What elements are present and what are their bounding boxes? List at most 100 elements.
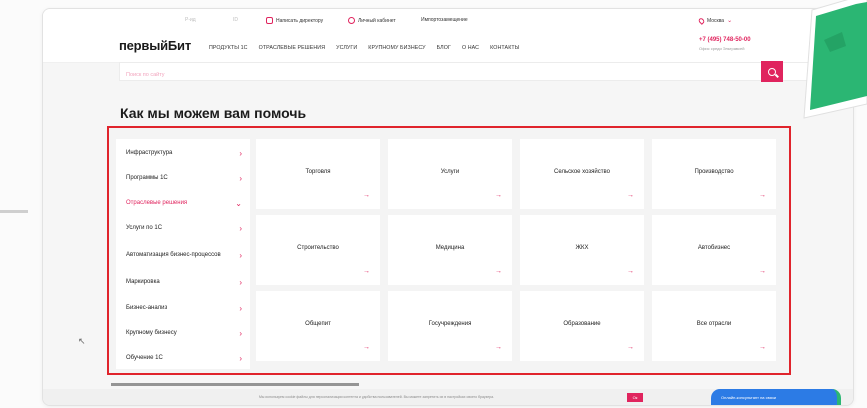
nav-item-services[interactable]: УСЛУГИ — [336, 45, 357, 51]
arrow-right-icon: → — [363, 268, 370, 275]
sidebar-item-infrastructure[interactable]: Инфраструктура › — [116, 141, 250, 165]
sidebar-item-business-analysis[interactable]: Бизнес-анализ › — [116, 296, 250, 320]
industry-tile-services[interactable]: Услуги → — [388, 139, 512, 209]
category-sidebar: Инфраструктура › Программы 1С › Отраслев… — [116, 139, 250, 369]
sidebar-item-label: Бизнес-анализ — [126, 304, 168, 311]
cookie-text: Мы используем cookie файлы для персонали… — [259, 395, 495, 399]
nav-item-contacts[interactable]: КОНТАКТЫ — [490, 45, 519, 51]
industry-tile-government[interactable]: Госучреждения → — [388, 291, 512, 361]
tile-label: Общепит — [305, 321, 331, 327]
nav-item-enterprise[interactable]: КРУПНОМУ БИЗНЕСУ — [368, 45, 425, 51]
tile-label: Торговля — [305, 169, 331, 175]
sidebar-item-label: Обучение 1С — [126, 354, 163, 361]
chevron-right-icon: › — [239, 250, 242, 260]
chevron-right-icon: › — [239, 303, 242, 313]
city-selector[interactable]: Москва ⌄ — [697, 16, 733, 25]
tile-label: Сельское хозяйство — [554, 169, 610, 175]
sidebar-item-label: Услуги по 1С — [126, 224, 163, 231]
industry-tile-construction[interactable]: Строительство → — [256, 215, 380, 285]
thumbs-up-icon — [790, 0, 867, 124]
arrow-right-icon: → — [627, 344, 634, 351]
tile-label: Образование — [563, 321, 601, 327]
nav-item-blog[interactable]: БЛОГ — [437, 45, 451, 51]
tile-label: Все отрасли — [696, 321, 732, 327]
sidebar-item-marking[interactable]: Маркировка › — [116, 270, 250, 294]
tile-label: ЖКХ — [575, 245, 589, 251]
chevron-down-icon: ⌄ — [235, 198, 242, 208]
sidebar-item-enterprise[interactable]: Крупному бизнесу › — [116, 321, 250, 345]
nav-item-products[interactable]: ПРОДУКТЫ 1С — [209, 45, 248, 51]
sidebar-item-label: Крупному бизнесу — [126, 329, 177, 336]
industry-tile-auto[interactable]: Автобизнес → — [652, 215, 776, 285]
chevron-right-icon: › — [239, 353, 242, 363]
industry-tile-education[interactable]: Образование → — [520, 291, 644, 361]
tile-label: Строительство — [297, 245, 339, 251]
search-button[interactable] — [761, 61, 783, 82]
topbar-faint-text-2: ID — [233, 17, 238, 23]
arrow-right-icon: → — [495, 344, 502, 351]
arrow-right-icon: → — [759, 344, 766, 351]
phone-number[interactable]: +7 (495) 748-50-00 — [699, 37, 751, 43]
cookie-ok-button[interactable]: Ок — [627, 393, 643, 402]
sidebar-item-label: Отраслевые решения — [126, 199, 188, 206]
chevron-right-icon: › — [239, 148, 242, 158]
arrow-right-icon: → — [759, 268, 766, 275]
phone-subtitle: Офис среди Эльтравсей — [699, 46, 745, 51]
sidebar-item-programs[interactable]: Программы 1С › — [116, 166, 250, 190]
arrow-right-icon: → — [495, 192, 502, 199]
city-label: Москва — [707, 17, 725, 24]
cabinet-label: Личный кабинет — [358, 17, 396, 24]
tile-label: Автобизнес — [697, 245, 731, 251]
sidebar-item-label: Автоматизация бизнес-процессов — [126, 251, 221, 258]
search-bar — [119, 62, 819, 84]
arrow-right-icon: → — [495, 268, 502, 275]
industry-tile-housing[interactable]: ЖКХ → — [520, 215, 644, 285]
sidebar-item-training[interactable]: Обучение 1С › — [116, 346, 250, 370]
sidebar-item-label: Инфраструктура — [126, 149, 173, 156]
nav-item-about[interactable]: О НАС — [462, 45, 479, 51]
tile-label: Госучреждения — [428, 321, 472, 327]
user-icon — [348, 17, 355, 24]
arrow-right-icon: → — [363, 192, 370, 199]
write-director-link[interactable]: Написать директору — [266, 17, 323, 24]
industry-tile-all[interactable]: Все отрасли → — [652, 291, 776, 361]
nav-item-industry[interactable]: ОТРАСЛЕВЫЕ РЕШЕНИЯ — [259, 45, 326, 51]
site-logo[interactable]: первыйБит — [119, 38, 191, 53]
chevron-right-icon: › — [239, 173, 242, 183]
chevron-right-icon: › — [239, 223, 242, 233]
browser-frame: Р-ид ID Написать директору Личный кабине… — [42, 8, 854, 406]
online-consultant-button[interactable]: Онлайн-консультант на связи — [711, 389, 841, 405]
topbar-faint-text: Р-ид — [185, 17, 196, 23]
industry-tile-catering[interactable]: Общепит → — [256, 291, 380, 361]
pin-icon — [697, 16, 706, 25]
search-input[interactable] — [120, 66, 780, 84]
import-label: Импортозамещение — [421, 17, 468, 23]
industry-tile-agriculture[interactable]: Сельское хозяйство → — [520, 139, 644, 209]
chevron-right-icon: › — [239, 328, 242, 338]
sidebar-item-industry-solutions[interactable]: Отраслевые решения ⌄ — [116, 191, 250, 215]
main-nav: ПРОДУКТЫ 1С ОТРАСЛЕВЫЕ РЕШЕНИЯ УСЛУГИ КР… — [209, 45, 520, 51]
chevron-down-icon: ⌄ — [727, 18, 733, 24]
pencil-icon — [266, 17, 273, 24]
industry-tile-medicine[interactable]: Медицина → — [388, 215, 512, 285]
arrow-right-icon: → — [363, 344, 370, 351]
import-link[interactable]: Импортозамещение — [421, 17, 468, 23]
write-director-label: Написать директору — [276, 17, 324, 24]
sidebar-item-automation[interactable]: Автоматизация бизнес-процессов › — [116, 242, 250, 268]
mouse-cursor-icon: ↖ — [78, 336, 86, 346]
cabinet-link[interactable]: Личный кабинет — [348, 17, 396, 24]
horizontal-scroll-indicator[interactable] — [111, 383, 359, 386]
search-icon — [768, 67, 776, 76]
page-title: Как мы можем вам помочь — [120, 105, 307, 121]
main-header: первыйБит ПРОДУКТЫ 1С ОТРАСЛЕВЫЕ РЕШЕНИЯ… — [43, 31, 853, 63]
screenshot-stage: Р-ид ID Написать директору Личный кабине… — [0, 0, 867, 408]
industry-tile-production[interactable]: Производство → — [652, 139, 776, 209]
industry-tile-trade[interactable]: Торговля → — [256, 139, 380, 209]
arrow-right-icon: → — [627, 268, 634, 275]
sidebar-item-label: Маркировка — [126, 278, 160, 285]
tile-label: Медицина — [435, 245, 465, 251]
left-divider-line — [0, 210, 28, 213]
sidebar-item-1c-services[interactable]: Услуги по 1С › — [116, 216, 250, 240]
top-utility-bar: Р-ид ID Написать директору Личный кабине… — [43, 9, 853, 31]
tile-label: Услуги — [440, 169, 460, 175]
